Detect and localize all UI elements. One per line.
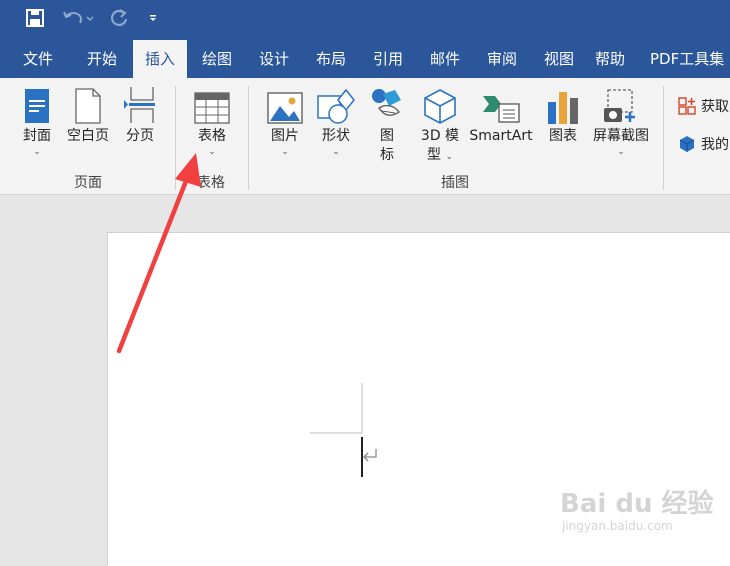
cover-page-icon (25, 89, 49, 123)
chart-button[interactable]: 图表 (542, 84, 584, 146)
screenshot-label: 屏幕截图 (593, 128, 649, 144)
redo-icon (111, 9, 128, 26)
chevron-down-icon: ⌄ (208, 147, 216, 157)
my-addins-button[interactable]: 我的 (678, 134, 729, 154)
my-addins-label: 我的 (701, 137, 729, 153)
3d-models-label-line2: 型 (427, 147, 441, 163)
tab-home[interactable]: 开始 (74, 40, 130, 78)
customize-qat-button[interactable] (144, 4, 162, 32)
get-addins-label: 获取 (701, 99, 729, 115)
table-label: 表格 (198, 128, 226, 144)
tab-layout[interactable]: 布局 (303, 40, 359, 78)
title-bar (0, 0, 730, 36)
paragraph-mark-icon (363, 449, 377, 462)
get-addins-button[interactable]: 获取 (678, 96, 729, 116)
icons-button[interactable]: 图 标 (366, 84, 408, 165)
my-addins-icon (679, 136, 695, 152)
ribbon-panel: 封面 ⌄ 空白页 分页 页面 表格 ⌄ 表格 图片 ⌄ 形状 ⌄ 图 标 3D … (0, 78, 730, 195)
group-divider (663, 86, 664, 190)
illustrations-group-label: 插图 (441, 175, 469, 191)
icons-label-line2: 标 (380, 147, 394, 163)
page-break-icon (124, 87, 155, 123)
watermark-url: jingyan.baidu.com (562, 519, 673, 533)
add-ins-icon (678, 97, 696, 115)
cover-page-label: 封面 (23, 128, 51, 144)
redo-button[interactable] (106, 4, 132, 32)
chart-label: 图表 (549, 128, 577, 144)
chevron-down-icon: ⌄ (445, 152, 453, 162)
smartart-label: SmartArt (469, 128, 533, 144)
cover-page-button[interactable]: 封面 ⌄ (14, 84, 60, 158)
pages-group-label: 页面 (74, 175, 102, 191)
watermark-brand: Bai du 经验 (560, 489, 714, 519)
screenshot-icon (604, 89, 635, 122)
save-icon (26, 9, 44, 27)
margin-corner-mark (310, 383, 363, 434)
blank-page-label: 空白页 (67, 128, 109, 144)
undo-button[interactable] (58, 4, 98, 32)
ribbon-tabs: 文件 开始 插入 绘图 设计 布局 引用 邮件 审阅 视图 帮助 PDF工具集 (0, 36, 730, 78)
3d-models-label-line1: 3D 模 (420, 128, 460, 144)
chevron-down-icon: ⌄ (332, 147, 340, 157)
tab-references[interactable]: 引用 (360, 40, 416, 78)
table-button[interactable]: 表格 ⌄ (186, 84, 238, 158)
tab-pdf-tools[interactable]: PDF工具集 (650, 40, 730, 78)
table-icon (194, 92, 230, 124)
tab-file[interactable]: 文件 (10, 40, 66, 78)
3d-cube-icon (424, 89, 456, 124)
screenshot-button[interactable]: 屏幕截图 ⌄ (588, 84, 654, 158)
tab-draw[interactable]: 绘图 (190, 40, 244, 78)
picture-icon (267, 92, 303, 124)
undo-icon (63, 11, 94, 24)
tab-review[interactable]: 审阅 (474, 40, 530, 78)
smartart-button[interactable]: SmartArt (466, 84, 536, 146)
chevron-down-icon: ⌄ (617, 147, 625, 157)
shapes-label: 形状 (322, 128, 350, 144)
tab-mailings[interactable]: 邮件 (417, 40, 473, 78)
tab-insert[interactable]: 插入 (133, 40, 187, 78)
shapes-button[interactable]: 形状 ⌄ (313, 84, 359, 158)
pictures-button[interactable]: 图片 ⌄ (262, 84, 308, 158)
table-group-label: 表格 (197, 175, 225, 191)
page-break-button[interactable]: 分页 (118, 84, 162, 146)
chevron-down-icon: ⌄ (33, 147, 41, 157)
tab-view[interactable]: 视图 (531, 40, 587, 78)
tab-help[interactable]: 帮助 (588, 40, 632, 78)
pictures-label: 图片 (271, 128, 299, 144)
shapes-icon (317, 88, 355, 124)
group-divider (175, 86, 176, 190)
icons-label-line1: 图 (380, 128, 394, 144)
page-break-label: 分页 (126, 128, 154, 144)
save-button[interactable] (20, 4, 50, 32)
smartart-icon (483, 96, 520, 123)
customize-qat-icon (150, 15, 156, 21)
baidu-watermark: Bai du 经验 jingyan.baidu.com (560, 490, 714, 534)
blank-page-icon (75, 88, 101, 124)
icons-icon (372, 89, 401, 116)
chart-icon (548, 92, 578, 124)
tab-design[interactable]: 设计 (246, 40, 302, 78)
chevron-down-icon: ⌄ (281, 147, 289, 157)
blank-page-button[interactable]: 空白页 (62, 84, 114, 146)
3d-models-button[interactable]: 3D 模 型 ⌄ (414, 84, 466, 165)
group-divider (248, 86, 249, 190)
